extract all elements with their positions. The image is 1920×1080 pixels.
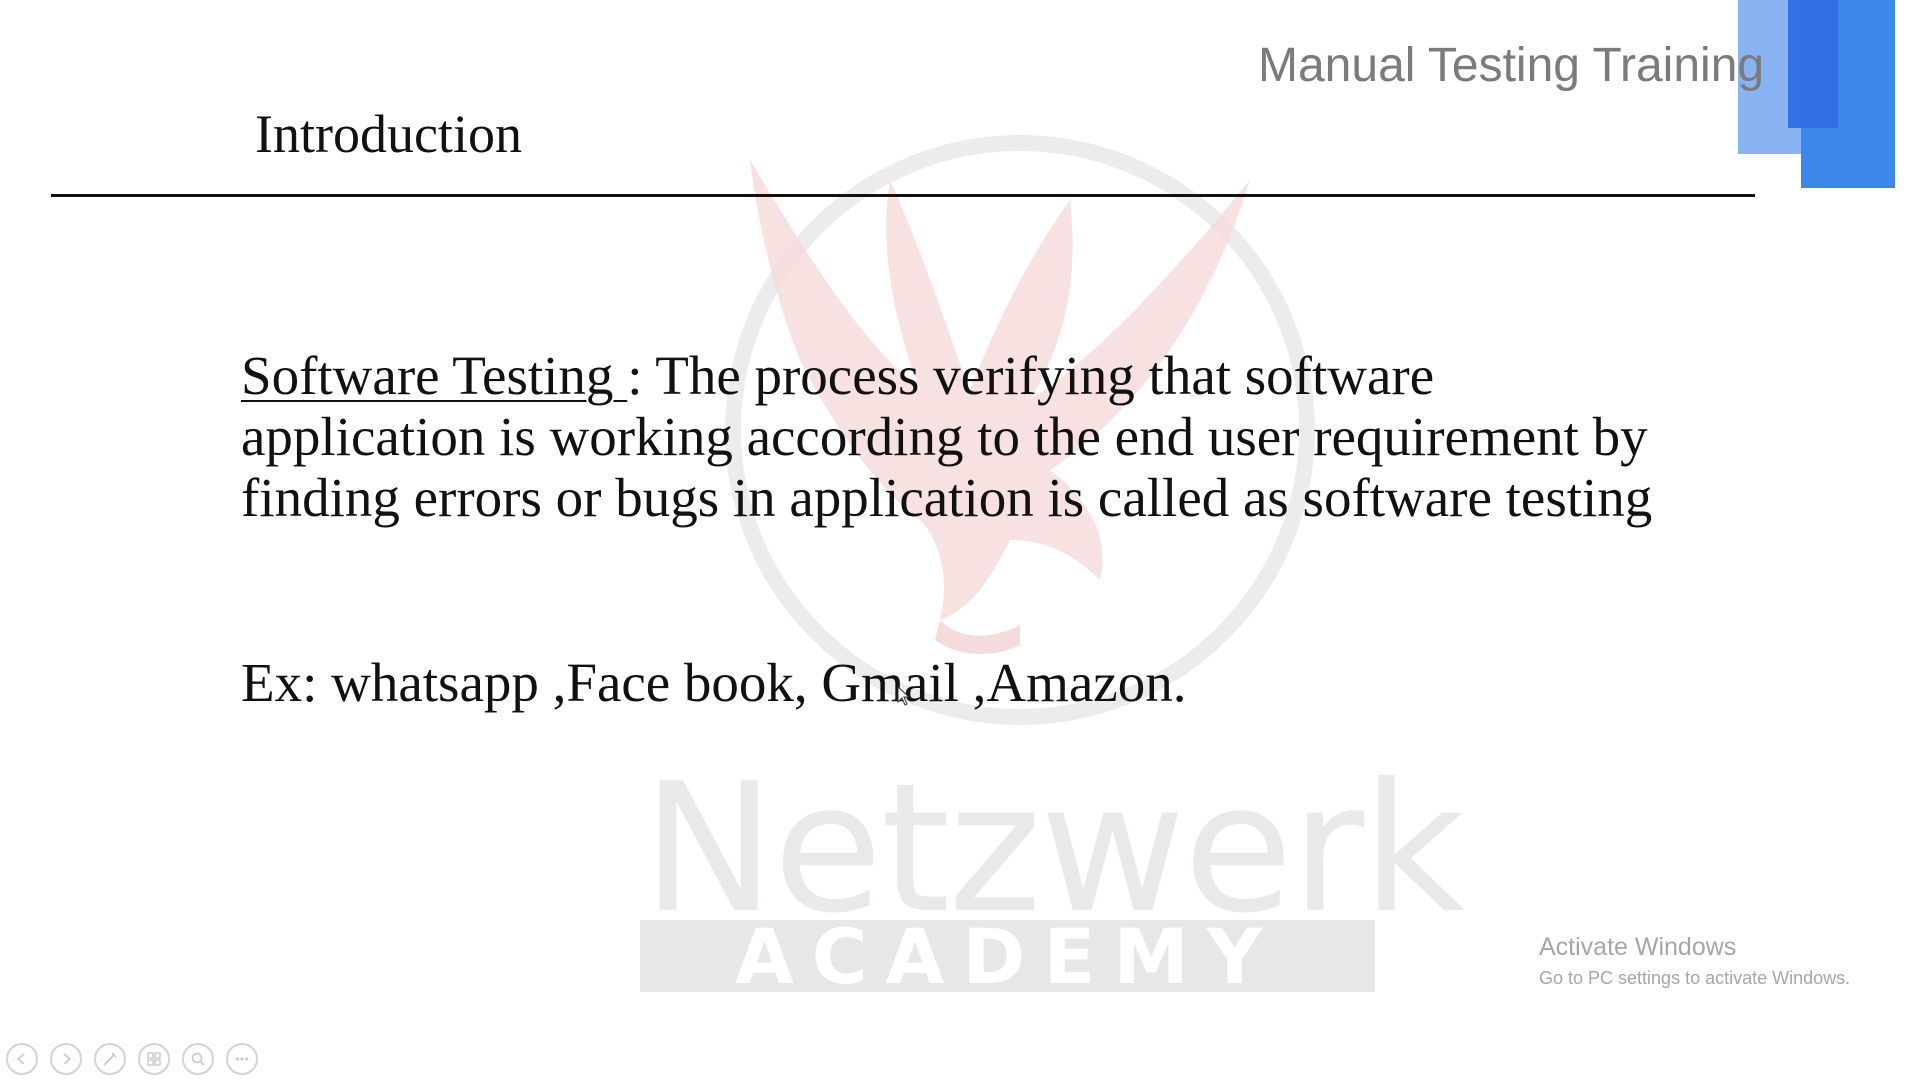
- watermark: Netzwerk ACADEMY: [630, 120, 1465, 1001]
- definition-paragraph: Software Testing : The process verifying…: [241, 345, 1671, 528]
- activate-windows-notice: Activate Windows Go to PC settings to ac…: [1539, 932, 1850, 991]
- presentation-controls: [6, 1043, 258, 1075]
- course-title: Manual Testing Training: [1258, 39, 1765, 92]
- watermark-band: ACADEMY: [640, 912, 1375, 1001]
- previous-slide-icon[interactable]: [6, 1043, 38, 1075]
- header-decoration-dark: [1788, 0, 1838, 128]
- pen-icon[interactable]: [94, 1043, 126, 1075]
- definition-term: Software Testing: [241, 345, 628, 406]
- activate-windows-subtitle: Go to PC settings to activate Windows.: [1539, 968, 1851, 988]
- slide: Netzwerk ACADEMY Manual Testing Training…: [0, 0, 1920, 1080]
- more-options-icon[interactable]: [226, 1043, 258, 1075]
- slide-grid-icon[interactable]: [138, 1043, 170, 1075]
- example-text: Ex: whatsapp ,Face book, Gmail ,Amazon.: [241, 652, 1187, 713]
- zoom-icon[interactable]: [182, 1043, 214, 1075]
- section-title: Introduction: [255, 104, 522, 164]
- activate-windows-title: Activate Windows: [1539, 933, 1737, 961]
- watermark-wordmark: Netzwerk: [642, 745, 1465, 952]
- next-slide-icon[interactable]: [50, 1043, 82, 1075]
- mouse-cursor-icon: [897, 686, 911, 706]
- title-divider: [51, 194, 1755, 197]
- watermark-tagline: ACADEMY: [734, 911, 1281, 1001]
